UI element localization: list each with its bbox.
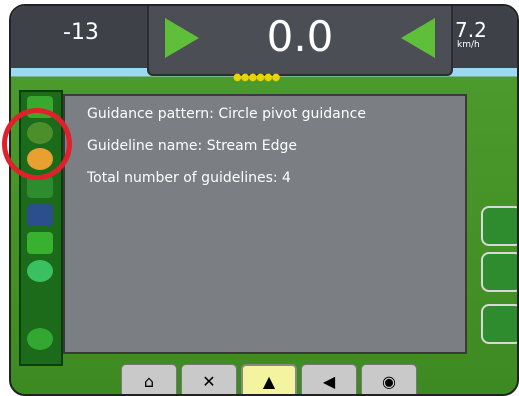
- heading-value: -13: [63, 20, 99, 45]
- tilt-icon[interactable]: [27, 232, 53, 254]
- page-indicator: ●●●●●●: [233, 72, 280, 83]
- heading-readout: -13: [11, 6, 153, 66]
- map-icon: ◀: [322, 371, 336, 391]
- main-screen: -13 0.0 7.2 km/h ●●●●●● Guidance pattern…: [9, 4, 519, 396]
- guideline-count-line: Total number of guidelines: 4: [87, 170, 291, 186]
- pattern-line: Guidance pattern: Circle pivot guidance: [87, 106, 366, 122]
- guidance-icon: ▲: [262, 371, 276, 391]
- speed-display: 7.2 km/h: [447, 6, 517, 66]
- link-icon[interactable]: [27, 328, 53, 350]
- guideline-name-line: Guideline name: Stream Edge: [87, 138, 298, 154]
- steer-left-arrow-icon: [401, 18, 435, 58]
- top-status-bar: -13 0.0 7.2 km/h: [11, 6, 517, 76]
- implement-icon[interactable]: [27, 204, 53, 226]
- device-frame: -13 0.0 7.2 km/h ●●●●●● Guidance pattern…: [0, 0, 519, 396]
- speed-number: 7.2: [455, 18, 487, 42]
- tools-icon: ✕: [202, 371, 216, 391]
- camera-icon: ◉: [382, 371, 396, 391]
- speed-unit: km/h: [457, 40, 480, 50]
- home-tab[interactable]: ⌂: [121, 364, 177, 394]
- tools-tab[interactable]: ✕: [181, 364, 237, 394]
- view-button-2[interactable]: [481, 304, 517, 344]
- map-tab[interactable]: ◀: [301, 364, 357, 394]
- guidance-info-panel: Guidance pattern: Circle pivot guidance …: [63, 94, 467, 354]
- bottom-tab-bar: ⌂ ✕ ▲ ◀ ◉: [121, 364, 431, 394]
- guidance-tab[interactable]: ▲: [241, 364, 297, 394]
- north-button[interactable]: [481, 206, 517, 246]
- camera-tab[interactable]: ◉: [361, 364, 417, 394]
- drop-icon[interactable]: [27, 260, 53, 282]
- view-button[interactable]: [481, 252, 517, 292]
- highlight-circle: [2, 108, 72, 180]
- speed-readout: 0.0: [147, 6, 453, 76]
- home-icon: ⌂: [143, 371, 155, 391]
